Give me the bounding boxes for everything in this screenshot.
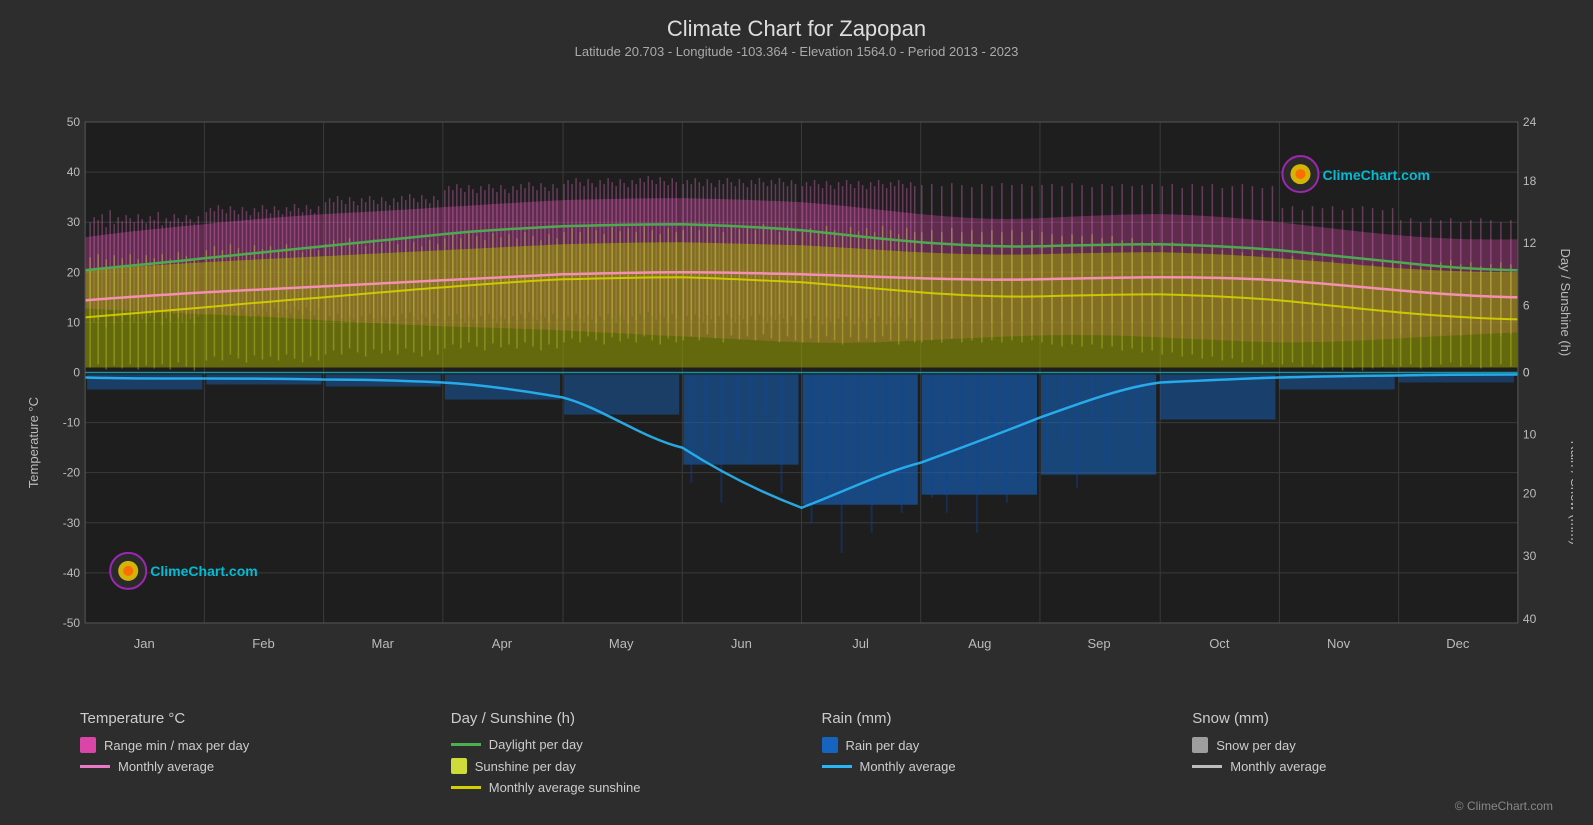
svg-text:-30: -30 bbox=[63, 516, 81, 530]
copyright-text: © ClimeChart.com bbox=[20, 799, 1573, 815]
legend-sunshine-avg: Monthly average sunshine bbox=[451, 780, 822, 795]
svg-text:Rain / Snow (mm): Rain / Snow (mm) bbox=[1568, 441, 1573, 545]
main-chart-svg: 50 40 30 20 10 0 -10 -20 -30 -40 -50 Tem… bbox=[20, 67, 1573, 698]
legend-rain-rect: Rain per day bbox=[822, 737, 1193, 753]
chart-header: Climate Chart for Zapopan Latitude 20.70… bbox=[20, 10, 1573, 61]
svg-text:12: 12 bbox=[1523, 236, 1537, 250]
legend-sunshine-rect: Sunshine per day bbox=[451, 758, 822, 774]
svg-text:Sep: Sep bbox=[1087, 636, 1110, 651]
temp-range-swatch bbox=[80, 737, 96, 753]
svg-text:ClimeChart.com: ClimeChart.com bbox=[1323, 167, 1430, 183]
svg-text:Aug: Aug bbox=[968, 636, 991, 651]
svg-text:50: 50 bbox=[67, 115, 81, 129]
svg-text:6: 6 bbox=[1523, 298, 1530, 312]
legend-rain-title: Rain (mm) bbox=[822, 710, 1193, 727]
legend-rain-avg-label: Monthly average bbox=[860, 759, 956, 774]
snow-avg-line bbox=[1192, 765, 1222, 768]
legend-snow-label: Snow per day bbox=[1216, 738, 1296, 753]
legend-rain-label: Rain per day bbox=[846, 738, 920, 753]
legend-temp-avg-label: Monthly average bbox=[118, 759, 214, 774]
legend-daylight-label: Daylight per day bbox=[489, 737, 583, 752]
chart-area: 50 40 30 20 10 0 -10 -20 -30 -40 -50 Tem… bbox=[20, 67, 1573, 698]
temp-avg-line bbox=[80, 765, 110, 768]
chart-subtitle: Latitude 20.703 - Longitude -103.364 - E… bbox=[20, 44, 1573, 59]
legend-snow-avg: Monthly average bbox=[1192, 759, 1563, 774]
legend-snow-title: Snow (mm) bbox=[1192, 710, 1563, 727]
svg-text:30: 30 bbox=[67, 215, 81, 229]
legend-sunshine-label: Sunshine per day bbox=[475, 759, 576, 774]
rain-swatch bbox=[822, 737, 838, 753]
legend-temp-range-label: Range min / max per day bbox=[104, 738, 249, 753]
svg-text:Jul: Jul bbox=[852, 636, 869, 651]
svg-text:10: 10 bbox=[67, 315, 81, 329]
legend-col-rain: Rain (mm) Rain per day Monthly average bbox=[822, 710, 1193, 774]
sunshine-swatch bbox=[451, 758, 467, 774]
legend-snow-avg-label: Monthly average bbox=[1230, 759, 1326, 774]
legend-temp-range: Range min / max per day bbox=[80, 737, 451, 753]
svg-text:Oct: Oct bbox=[1209, 636, 1230, 651]
svg-text:Jan: Jan bbox=[134, 636, 155, 651]
legend-col-sunshine: Day / Sunshine (h) Daylight per day Suns… bbox=[451, 710, 822, 795]
svg-text:Apr: Apr bbox=[492, 636, 513, 651]
svg-text:10: 10 bbox=[1523, 428, 1537, 442]
legend-area: Temperature °C Range min / max per day M… bbox=[20, 702, 1573, 799]
svg-text:20: 20 bbox=[67, 265, 81, 279]
svg-text:30: 30 bbox=[1523, 549, 1537, 563]
svg-text:May: May bbox=[609, 636, 634, 651]
legend-snow-rect: Snow per day bbox=[1192, 737, 1563, 753]
svg-text:Temperature °C: Temperature °C bbox=[26, 397, 41, 488]
svg-text:-10: -10 bbox=[63, 416, 81, 430]
svg-text:-50: -50 bbox=[63, 616, 81, 630]
svg-text:-20: -20 bbox=[63, 466, 81, 480]
svg-text:0: 0 bbox=[73, 365, 80, 379]
svg-text:Feb: Feb bbox=[252, 636, 274, 651]
snow-swatch bbox=[1192, 737, 1208, 753]
legend-rain-avg: Monthly average bbox=[822, 759, 1193, 774]
legend-sunshine-avg-label: Monthly average sunshine bbox=[489, 780, 641, 795]
rain-avg-line bbox=[822, 765, 852, 768]
page-container: Climate Chart for Zapopan Latitude 20.70… bbox=[0, 0, 1593, 825]
svg-text:0: 0 bbox=[1523, 365, 1530, 379]
svg-text:24: 24 bbox=[1523, 115, 1537, 129]
svg-text:18: 18 bbox=[1523, 174, 1537, 188]
svg-text:40: 40 bbox=[1523, 612, 1537, 626]
legend-col-snow: Snow (mm) Snow per day Monthly average bbox=[1192, 710, 1563, 774]
svg-text:40: 40 bbox=[67, 165, 81, 179]
legend-temp-avg: Monthly average bbox=[80, 759, 451, 774]
svg-text:20: 20 bbox=[1523, 487, 1537, 501]
daylight-line bbox=[451, 743, 481, 746]
svg-text:Day / Sunshine (h): Day / Sunshine (h) bbox=[1558, 248, 1573, 356]
legend-temperature-title: Temperature °C bbox=[80, 710, 451, 727]
svg-text:Dec: Dec bbox=[1446, 636, 1470, 651]
legend-sunshine-title: Day / Sunshine (h) bbox=[451, 710, 822, 727]
svg-text:-40: -40 bbox=[63, 566, 81, 580]
legend-daylight: Daylight per day bbox=[451, 737, 822, 752]
svg-text:Mar: Mar bbox=[371, 636, 394, 651]
svg-text:Nov: Nov bbox=[1327, 636, 1351, 651]
svg-text:Jun: Jun bbox=[731, 636, 752, 651]
legend-col-temperature: Temperature °C Range min / max per day M… bbox=[80, 710, 451, 774]
svg-text:ClimeChart.com: ClimeChart.com bbox=[150, 563, 257, 579]
chart-title: Climate Chart for Zapopan bbox=[20, 16, 1573, 42]
sunshine-avg-line bbox=[451, 786, 481, 789]
